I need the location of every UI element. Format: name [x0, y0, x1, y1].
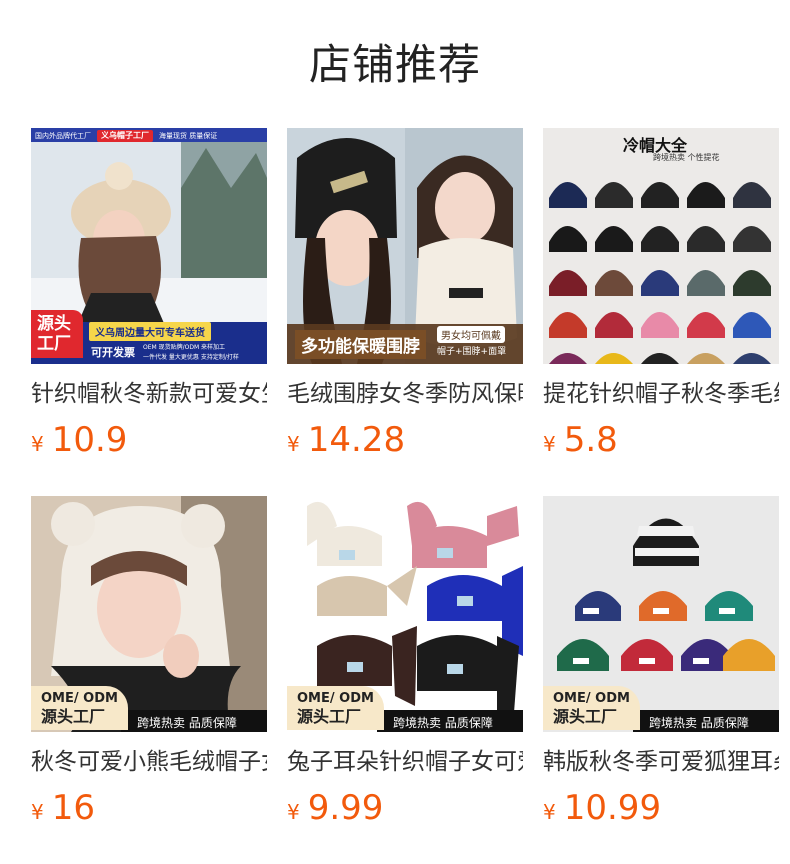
- odm-badge-top: OME/ ODM: [41, 691, 118, 706]
- product-image[interactable]: 国内外品牌代工厂 义乌帽子工厂 海量现货 质量保证 源头工厂 义乌周边量大可专车…: [31, 128, 267, 364]
- quality-strip: 跨境热卖 品质保障: [643, 710, 755, 732]
- product-price: ¥10.99: [543, 788, 779, 834]
- top-badge-brand: 义乌帽子工厂: [97, 130, 153, 142]
- collection-subheading: 跨境热卖 个性提花: [653, 153, 720, 162]
- service-detail-1: OEM 现货贴牌/ODM 来样加工: [143, 344, 226, 351]
- product-name[interactable]: 提花针织帽子秋冬季毛线帽: [543, 378, 779, 410]
- invoice-label: 可开发票: [91, 346, 135, 359]
- top-badge-row: 国内外品牌代工厂 义乌帽子工厂 海量现货 质量保证: [33, 130, 265, 142]
- top-badge-right: 海量现货 质量保证: [159, 132, 218, 140]
- price-value: 16: [51, 788, 95, 828]
- currency-symbol: ¥: [31, 800, 44, 824]
- price-value: 10.9: [51, 420, 128, 460]
- odm-badge: OME/ ODM 源头工厂: [543, 686, 640, 730]
- unisex-label: 男女均可佩戴: [437, 326, 505, 343]
- product-price: ¥5.8: [543, 420, 779, 466]
- product-card[interactable]: OME/ ODM 源头工厂 跨境热卖 品质保障 秋冬可爱小熊毛绒帽子女 ¥16: [31, 496, 267, 834]
- product-image[interactable]: 冷帽大全 跨境热卖 个性提花: [543, 128, 779, 364]
- currency-symbol: ¥: [543, 432, 556, 456]
- factory-corner-badge: 源头工厂: [31, 310, 83, 358]
- product-name[interactable]: 针织帽秋冬新款可爱女生毛线帽: [31, 378, 267, 410]
- top-badge-left: 国内外品牌代工厂: [35, 132, 91, 140]
- multi-function-banner: 多功能保暖围脖: [295, 330, 426, 359]
- odm-badge-bottom: 源头工厂: [553, 707, 618, 726]
- odm-badge-bottom: 源头工厂: [41, 707, 106, 726]
- quality-strip: 跨境热卖 品质保障: [131, 710, 243, 732]
- product-price: ¥10.9: [31, 420, 267, 466]
- product-name[interactable]: 兔子耳朵针织帽子女可爱: [287, 746, 523, 778]
- quality-strip: 跨境热卖 品质保障: [387, 710, 499, 732]
- odm-badge-bottom: 源头工厂: [297, 707, 362, 726]
- service-detail-2: 一件代发 量大更优惠 支持定制/打样: [143, 354, 239, 361]
- product-card[interactable]: OME/ ODM 源头工厂 跨境热卖 品质保障 兔子耳朵针织帽子女可爱 ¥9.9…: [287, 496, 523, 834]
- product-card[interactable]: 冷帽大全 跨境热卖 个性提花 提花针织帽子秋冬季毛线帽 ¥5.8: [543, 128, 779, 466]
- price-value: 9.99: [307, 788, 384, 828]
- delivery-banner: 义乌周边量大可专车送货: [89, 322, 211, 341]
- price-value: 10.99: [563, 788, 662, 828]
- product-image[interactable]: OME/ ODM 源头工厂 跨境热卖 品质保障: [31, 496, 267, 732]
- product-image[interactable]: OME/ ODM 源头工厂 跨境热卖 品质保障: [287, 496, 523, 732]
- section-title: 店铺推荐: [308, 40, 481, 89]
- odm-badge: OME/ ODM 源头工厂: [287, 686, 384, 730]
- currency-symbol: ¥: [31, 432, 44, 456]
- currency-symbol: ¥: [287, 800, 300, 824]
- product-image[interactable]: 多功能保暖围脖 男女均可佩戴 帽子+围脖+面罩: [287, 128, 523, 364]
- odm-badge-top: OME/ ODM: [553, 691, 630, 706]
- product-price: ¥9.99: [287, 788, 523, 834]
- odm-badge: OME/ ODM 源头工厂: [31, 686, 128, 730]
- product-image[interactable]: OME/ ODM 源头工厂 跨境热卖 品质保障: [543, 496, 779, 732]
- currency-symbol: ¥: [287, 432, 300, 456]
- odm-badge-top: OME/ ODM: [297, 691, 374, 706]
- beanie-collection-photo: [543, 128, 779, 364]
- product-card[interactable]: 多功能保暖围脖 男女均可佩戴 帽子+围脖+面罩 毛绒围脖女冬季防风保暖帽子 ¥1…: [287, 128, 523, 466]
- combo-label: 帽子+围脖+面罩: [437, 347, 507, 357]
- product-card[interactable]: OME/ ODM 源头工厂 跨境热卖 品质保障 韩版秋冬季可爱狐狸耳朵帽 ¥10…: [543, 496, 779, 834]
- price-value: 5.8: [563, 420, 618, 460]
- product-name[interactable]: 韩版秋冬季可爱狐狸耳朵帽: [543, 746, 779, 778]
- product-price: ¥16: [31, 788, 267, 834]
- product-name[interactable]: 毛绒围脖女冬季防风保暖帽子: [287, 378, 523, 410]
- product-price: ¥14.28: [287, 420, 523, 466]
- product-name[interactable]: 秋冬可爱小熊毛绒帽子女: [31, 746, 267, 778]
- product-card[interactable]: 国内外品牌代工厂 义乌帽子工厂 海量现货 质量保证 源头工厂 义乌周边量大可专车…: [31, 128, 267, 466]
- currency-symbol: ¥: [543, 800, 556, 824]
- price-value: 14.28: [307, 420, 406, 460]
